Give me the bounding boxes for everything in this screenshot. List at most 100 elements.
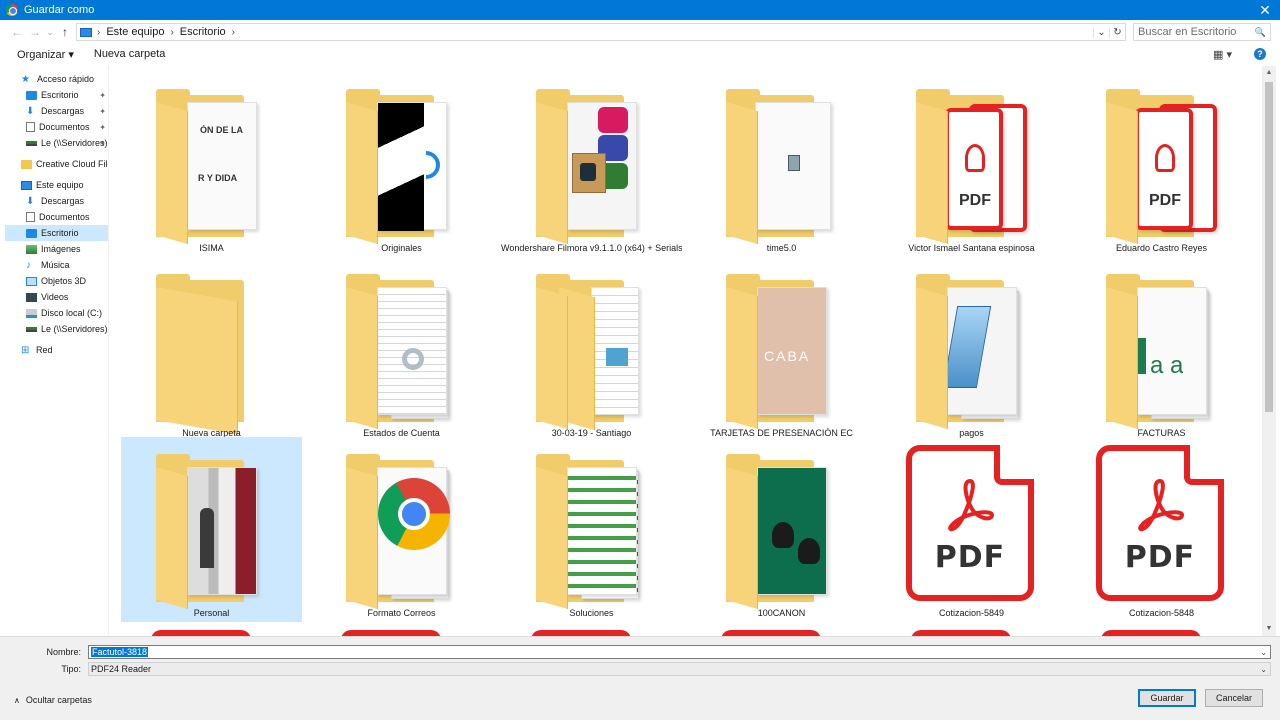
hide-folders-button[interactable]: ∧ Ocultar carpetas: [14, 695, 92, 705]
pin-icon: ✦: [99, 90, 106, 100]
file-item-santiago[interactable]: 30-03-19 - Santiago: [501, 257, 682, 442]
pin-icon: ✦: [99, 122, 106, 132]
window-title: Guardar como: [24, 4, 95, 16]
file-name: 100CANON: [757, 608, 806, 618]
documents-icon: [26, 212, 35, 222]
file-name: Victor Ismael Santana espinosa: [908, 243, 1035, 253]
videos-icon: [26, 292, 37, 302]
creative-cloud-icon: [21, 159, 32, 169]
file-item-estados-cuenta[interactable]: Estados de Cuenta: [311, 257, 492, 442]
pictures-icon: [26, 244, 37, 254]
file-name: time5.0: [766, 243, 797, 253]
chevron-down-icon[interactable]: ⌄: [1260, 648, 1267, 657]
file-name: Formato Correos: [367, 608, 436, 618]
nav-objetos-3d[interactable]: Objetos 3D: [5, 273, 108, 289]
breadcrumb-este-equipo[interactable]: Este equipo: [106, 26, 164, 38]
nav-musica[interactable]: ♪ Música: [5, 257, 108, 273]
search-input[interactable]: Buscar en Escritorio 🔍: [1133, 23, 1271, 41]
folder-icon: [531, 454, 651, 610]
organize-button[interactable]: Organizar ▾: [17, 48, 74, 61]
objects3d-icon: [26, 276, 37, 286]
desktop-folder-icon: [26, 228, 37, 238]
file-item-soluciones[interactable]: Soluciones: [501, 437, 682, 622]
nav-documentos-quick[interactable]: Documentos ✦: [5, 119, 108, 135]
folder-icon: a a: [1101, 274, 1221, 430]
file-name: ISIMA: [199, 243, 224, 253]
folder-icon: [531, 274, 651, 431]
nav-este-equipo[interactable]: Este equipo: [5, 177, 108, 193]
star-icon: ★: [21, 73, 30, 85]
file-list: ÓN DE LA R Y DIDA ISIMA Originales Wonder…: [110, 66, 1262, 636]
view-options-button[interactable]: ▦ ▾: [1213, 48, 1232, 61]
folder-icon: CABA: [721, 274, 841, 430]
nav-videos[interactable]: Videos: [5, 289, 108, 305]
file-item-originales[interactable]: Originales: [311, 72, 492, 257]
nav-creative-cloud[interactable]: Creative Cloud Files: [5, 156, 108, 172]
file-item-formato-correos[interactable]: Formato Correos: [311, 437, 492, 622]
nav-red[interactable]: ⊞ Red: [5, 342, 108, 358]
file-item-pagos[interactable]: pagos: [881, 257, 1062, 442]
nav-le-servidores-z[interactable]: Le (\\Servidores) (Z:: [5, 321, 108, 337]
chevron-up-icon: ∧: [14, 695, 20, 705]
save-panel: Nombre: Factutol-3818 ⌄ Tipo: PDF24 Read…: [0, 636, 1280, 720]
filetype-value: PDF24 Reader: [91, 664, 152, 674]
file-item-nueva-carpeta[interactable]: Nueva carpeta: [121, 257, 302, 442]
back-button[interactable]: ←: [8, 25, 26, 39]
nav-documentos[interactable]: Documentos: [5, 209, 108, 225]
address-dropdown-button[interactable]: ⌄: [1093, 26, 1109, 38]
refresh-button[interactable]: ↻: [1109, 26, 1125, 38]
chevron-down-icon: ⌄: [1260, 664, 1267, 674]
recent-locations-button[interactable]: ⌄: [44, 27, 56, 38]
folder-icon: [341, 454, 461, 610]
forward-button[interactable]: →: [26, 25, 44, 39]
scroll-thumb[interactable]: [1265, 82, 1273, 412]
filetype-select[interactable]: PDF24 Reader ⌄: [88, 662, 1271, 676]
address-bar[interactable]: › Este equipo › Escritorio › ⌄ ↻: [76, 23, 1126, 41]
save-button[interactable]: Guardar: [1138, 689, 1196, 707]
file-item-eduardo[interactable]: PDF Eduardo Castro Reyes: [1071, 72, 1252, 257]
close-button[interactable]: ✕: [1250, 0, 1280, 20]
file-name: Soluciones: [569, 608, 614, 618]
file-item-tarjetas[interactable]: CABA TARJETAS DE PRESENACIÓN EC: [691, 257, 872, 442]
navigation-pane: ★ Acceso rápido Escritorio ✦ ⬇ Descargas ✦ D…: [5, 66, 109, 636]
search-icon: 🔍: [1254, 26, 1266, 37]
nav-le-servidores-quick[interactable]: Le (\\Servidores) ✦: [5, 135, 108, 151]
folder-icon: [341, 89, 461, 245]
title-bar: Guardar como ✕: [0, 0, 1280, 20]
file-item-filmora[interactable]: Wondershare Filmora v9.1.1.0 (x64) + Ser…: [501, 72, 682, 257]
new-folder-button[interactable]: Nueva carpeta: [94, 48, 166, 60]
nav-escritorio[interactable]: Escritorio: [5, 225, 108, 241]
nav-disco-local[interactable]: Disco local (C:): [5, 305, 108, 321]
cancel-button[interactable]: Cancelar: [1205, 689, 1263, 707]
file-item-cotizacion-5848[interactable]: PDF Cotizacion-5848: [1071, 437, 1252, 622]
file-item-time50[interactable]: time5.0: [691, 72, 872, 257]
nav-descargas-quick[interactable]: ⬇ Descargas ✦: [5, 103, 108, 119]
file-item-100canon[interactable]: 100CANON: [691, 437, 872, 622]
scroll-up-button[interactable]: ▲: [1262, 66, 1276, 80]
name-label: Nombre:: [46, 647, 81, 657]
folder-icon: [341, 274, 461, 430]
folder-icon: [911, 274, 1031, 430]
nav-escritorio-quick[interactable]: Escritorio ✦: [5, 87, 108, 103]
filename-input[interactable]: Factutol-3818 ⌄: [88, 645, 1271, 659]
nav-acceso-rapido[interactable]: ★ Acceso rápido: [5, 71, 108, 87]
address-row: ← → ⌄ ↑ › Este equipo › Escritorio › ⌄ ↻…: [0, 20, 1280, 44]
file-item-cotizacion-5849[interactable]: PDF Cotizacion-5849: [881, 437, 1062, 622]
download-icon: ⬇: [26, 105, 35, 117]
file-item-victor[interactable]: PDF Victor Ismael Santana espinosa: [881, 72, 1062, 257]
vertical-scrollbar[interactable]: ▲ ▼: [1262, 66, 1276, 636]
nav-imagenes[interactable]: Imágenes: [5, 241, 108, 257]
folder-icon: [151, 274, 271, 435]
file-item-facturas[interactable]: a a FACTURAS: [1071, 257, 1252, 442]
breadcrumb-escritorio[interactable]: Escritorio: [180, 26, 226, 38]
command-bar: Organizar ▾ Nueva carpeta ▦ ▾ ?: [0, 44, 1280, 64]
up-button[interactable]: ↑: [56, 25, 74, 39]
file-item-isima[interactable]: ÓN DE LA R Y DIDA ISIMA: [121, 72, 302, 257]
help-icon[interactable]: ?: [1254, 48, 1266, 60]
nav-descargas[interactable]: ⬇ Descargas: [5, 193, 108, 209]
file-name: Personal: [193, 608, 230, 618]
network-drive-icon: [26, 326, 37, 332]
folder-icon: PDF: [1101, 89, 1221, 245]
file-item-personal[interactable]: Personal: [121, 437, 302, 622]
scroll-down-button[interactable]: ▼: [1262, 622, 1276, 636]
